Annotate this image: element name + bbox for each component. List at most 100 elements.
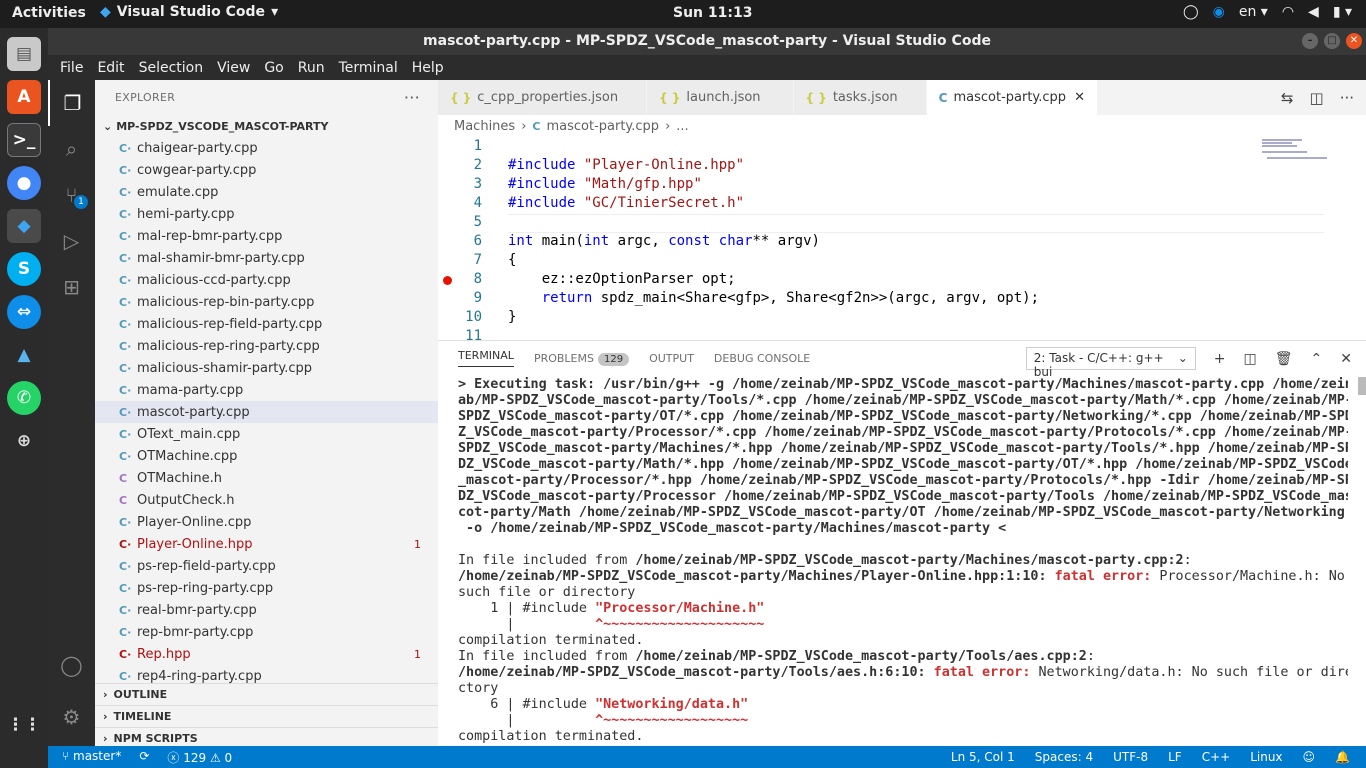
chrome-icon[interactable]: ● xyxy=(7,166,41,200)
menu-terminal[interactable]: Terminal xyxy=(332,60,405,76)
teamviewer-icon[interactable]: ⇔ xyxy=(7,295,41,329)
file-item[interactable]: C OTMachine.h xyxy=(95,467,438,489)
activities-button[interactable]: Activities xyxy=(12,5,86,21)
close-window-button[interactable]: ✕ xyxy=(1346,33,1362,49)
accounts-icon[interactable]: ◯ xyxy=(48,642,95,688)
file-item[interactable]: C· OText_main.cpp xyxy=(95,423,438,445)
close-tab-icon[interactable]: ✕ xyxy=(1074,90,1085,105)
file-item[interactable]: C· rep-bmr-party.cpp xyxy=(95,621,438,643)
notifications-icon[interactable]: 🔔 xyxy=(1335,750,1350,764)
file-item[interactable]: C· OTMachine.cpp xyxy=(95,445,438,467)
split-editor-icon[interactable]: ◫ xyxy=(1310,89,1324,107)
explorer-icon[interactable]: ❐ xyxy=(48,80,95,126)
menu-help[interactable]: Help xyxy=(405,60,451,76)
wifi-icon[interactable]: ◠ xyxy=(1282,4,1294,20)
compare-icon[interactable]: ⇆ xyxy=(1281,89,1294,107)
file-item[interactable]: C OutputCheck.h xyxy=(95,489,438,511)
file-item[interactable]: C· chaigear-party.cpp xyxy=(95,137,438,159)
volume-icon[interactable]: ◀ xyxy=(1308,4,1319,20)
update-icon[interactable]: ⊕ xyxy=(7,424,41,458)
language-indicator[interactable]: en ▾ xyxy=(1239,4,1268,20)
file-item[interactable]: C· ps-rep-field-party.cpp xyxy=(95,555,438,577)
terminal-scrollbar[interactable] xyxy=(1358,377,1366,395)
editor-tab[interactable]: { } c_cpp_properties.json xyxy=(438,80,648,115)
breadcrumb-file[interactable]: mascot-party.cpp xyxy=(546,119,659,134)
encoding[interactable]: UTF-8 xyxy=(1113,750,1148,764)
whatsapp-icon[interactable]: ✆ xyxy=(7,381,41,415)
skype-icon[interactable]: S xyxy=(7,252,41,286)
menu-view[interactable]: View xyxy=(210,60,257,76)
sync-icon[interactable]: ⟳ xyxy=(139,749,149,766)
file-item[interactable]: C· malicious-rep-field-party.cpp xyxy=(95,313,438,335)
terminal-output[interactable]: > Executing task: /usr/bin/g++ -g /home/… xyxy=(458,377,1348,745)
tab-problems[interactable]: PROBLEMS 129 xyxy=(534,352,630,366)
code-editor[interactable]: 1 2 #include "Player-Online.hpp" 3 #include … xyxy=(438,137,1366,340)
file-item[interactable]: C· malicious-rep-bin-party.cpp xyxy=(95,291,438,313)
line-ending[interactable]: LF xyxy=(1168,750,1182,764)
file-item[interactable]: C· rep4-ring-party.cpp xyxy=(95,665,438,684)
editor-tab[interactable]: Cmascot-party.cpp ✕ xyxy=(926,80,1098,115)
file-item[interactable]: C· Player-Online.hpp 1 xyxy=(95,533,438,555)
outline-section[interactable]: › OUTLINE xyxy=(95,683,438,705)
file-item[interactable]: C· ps-rep-ring-party.cpp xyxy=(95,577,438,599)
battery-icon[interactable]: ▮ ▾ xyxy=(1333,4,1352,20)
file-item[interactable]: C· emulate.cpp xyxy=(95,181,438,203)
menu-go[interactable]: Go xyxy=(257,60,290,76)
file-item[interactable]: C· mal-shamir-bmr-party.cpp xyxy=(95,247,438,269)
file-item[interactable]: C· hemi-party.cpp xyxy=(95,203,438,225)
menu-file[interactable]: File xyxy=(53,60,90,76)
timeline-section[interactable]: › TIMELINE xyxy=(95,705,438,727)
breadcrumb-folder[interactable]: Machines xyxy=(454,119,515,134)
file-item[interactable]: C· malicious-shamir-party.cpp xyxy=(95,357,438,379)
workspace-folder[interactable]: ⌄ MP-SPDZ_VSCODE_MASCOT-PARTY xyxy=(95,115,438,137)
app-menu[interactable]: ◆ Visual Studio Code ▾ xyxy=(100,4,278,20)
settings-gear-icon[interactable]: ⚙ xyxy=(48,694,95,740)
more-actions-icon[interactable]: ··· xyxy=(1340,89,1354,107)
source-control-icon[interactable]: ⑂ 1 xyxy=(48,172,95,218)
menu-run[interactable]: Run xyxy=(291,60,332,76)
vscode-dock-icon[interactable]: ◆ xyxy=(7,209,41,243)
indentation[interactable]: Spaces: 4 xyxy=(1035,750,1093,764)
files-icon[interactable]: ▤ xyxy=(7,37,41,71)
file-item[interactable]: C· malicious-ccd-party.cpp xyxy=(95,269,438,291)
language-mode[interactable]: C++ xyxy=(1202,750,1231,764)
file-item[interactable]: C· Player-Online.cpp xyxy=(95,511,438,533)
file-item[interactable]: C· real-bmr-party.cpp xyxy=(95,599,438,621)
editor-tab[interactable]: { } tasks.json xyxy=(793,80,927,115)
menu-edit[interactable]: Edit xyxy=(90,60,131,76)
minimize-button[interactable]: – xyxy=(1302,33,1318,49)
git-branch[interactable]: ⑂ master* xyxy=(62,749,121,766)
extensions-icon[interactable]: ⊞ xyxy=(48,264,95,310)
tab-output[interactable]: OUTPUT xyxy=(649,352,694,365)
file-item[interactable]: C· malicious-rep-ring-party.cpp xyxy=(95,335,438,357)
maximize-button[interactable]: □ xyxy=(1324,33,1340,49)
trash-icon[interactable]: 🗑 xyxy=(1275,351,1293,367)
menu-selection[interactable]: Selection xyxy=(132,60,211,76)
problems-indicator[interactable]: ⓧ 129 ⚠ 0 xyxy=(167,749,232,766)
file-item[interactable]: C· mascot-party.cpp xyxy=(95,401,438,423)
breakpoint-icon[interactable] xyxy=(443,276,452,285)
maximize-panel-icon[interactable]: ⌃ xyxy=(1311,351,1323,367)
editor-tab[interactable]: { } launch.json xyxy=(647,80,794,115)
whatsapp-tray-icon[interactable]: ◯ xyxy=(1183,4,1199,20)
feedback-icon[interactable]: ☺ xyxy=(1303,750,1316,764)
file-item[interactable]: C· mama-party.cpp xyxy=(95,379,438,401)
more-actions-icon[interactable]: ··· xyxy=(404,88,420,107)
teamviewer-tray-icon[interactable]: ◉ xyxy=(1213,4,1225,20)
run-debug-icon[interactable]: ▷ xyxy=(48,218,95,264)
new-terminal-icon[interactable]: + xyxy=(1214,351,1226,367)
file-item[interactable]: C· mal-rep-bmr-party.cpp xyxy=(95,225,438,247)
minimap[interactable] xyxy=(1262,137,1352,167)
tab-debug-console[interactable]: DEBUG CONSOLE xyxy=(714,352,810,365)
search-icon[interactable]: ⌕ xyxy=(48,126,95,172)
file-item[interactable]: C· cowgear-party.cpp xyxy=(95,159,438,181)
terminal-select[interactable]: 2: Task - C/C++: g++ bui ⌄ xyxy=(1025,347,1196,379)
os-indicator[interactable]: Linux xyxy=(1250,750,1282,764)
split-terminal-icon[interactable]: ◫ xyxy=(1244,351,1257,367)
file-item[interactable]: C· Rep.hpp 1 xyxy=(95,643,438,665)
clock[interactable]: Sun 11:13 xyxy=(673,5,752,21)
close-panel-icon[interactable]: ✕ xyxy=(1340,351,1352,367)
breadcrumb-more[interactable]: ... xyxy=(676,119,688,134)
azure-icon[interactable]: ▲ xyxy=(7,338,41,372)
terminal-icon[interactable]: >_ xyxy=(7,123,41,157)
